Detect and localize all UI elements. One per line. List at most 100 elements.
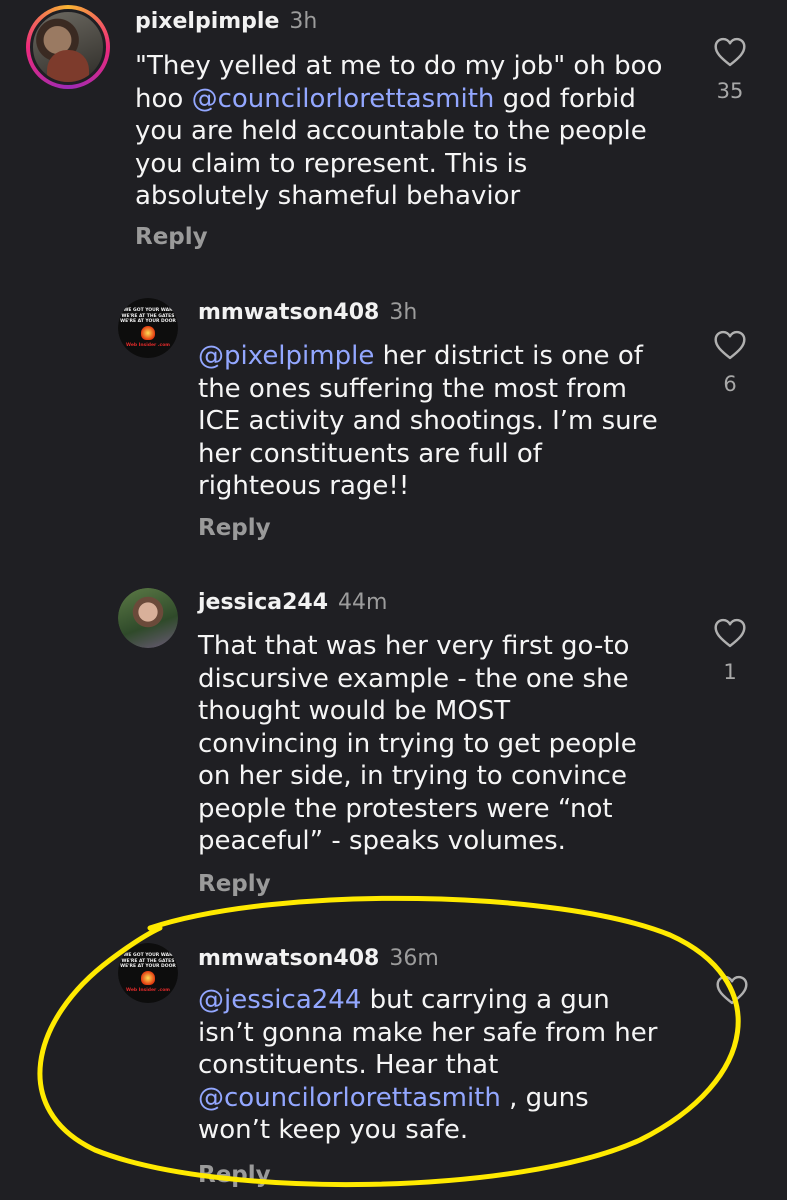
text-segment: on her side, in trying to convince bbox=[198, 761, 628, 791]
comment-header: mmwatson408 3h bbox=[198, 300, 417, 325]
mention-link[interactable]: @jessica244 bbox=[198, 985, 361, 1015]
avatar[interactable]: WE GOT YOUR WAR WE'RE AT THE GATES WE'RE… bbox=[118, 943, 178, 1003]
reply-button[interactable]: Reply bbox=[198, 515, 271, 541]
username[interactable]: mmwatson408 bbox=[198, 946, 379, 971]
like-button[interactable]: 1 bbox=[710, 618, 750, 684]
avatar[interactable]: WE GOT YOUR WAR WE'RE AT THE GATES WE'RE… bbox=[118, 298, 178, 358]
comment-header: jessica244 44m bbox=[198, 590, 387, 615]
comment-text-line: people the protesters were “not bbox=[198, 793, 637, 826]
text-segment: people the protesters were “not bbox=[198, 793, 613, 824]
username[interactable]: jessica244 bbox=[198, 590, 328, 615]
text-segment: peaceful” - speaks volumes. bbox=[198, 826, 566, 856]
text-segment: absolutely shameful behavior bbox=[135, 181, 521, 211]
text-segment: thought would be MOST bbox=[198, 696, 511, 726]
like-count: 35 bbox=[716, 79, 744, 103]
timestamp: 44m bbox=[338, 590, 388, 615]
like-count: 6 bbox=[723, 372, 737, 396]
text-segment: discursive example - the one she bbox=[198, 663, 629, 694]
like-button[interactable] bbox=[712, 975, 752, 1005]
comment: pixelpimple 3h "They yelled at me to do m… bbox=[0, 0, 787, 270]
text-segment: hoo bbox=[135, 83, 192, 114]
comment-text-line: the ones suffering the most from bbox=[198, 373, 658, 406]
avatar-logo-flame bbox=[141, 971, 155, 985]
comment-text-line: constituents. Hear that bbox=[198, 1049, 657, 1082]
comment-text: @pixelpimple her district is one of the o… bbox=[198, 340, 658, 503]
comment-text-line: peaceful” - speaks volumes. bbox=[198, 825, 637, 858]
text-segment: won’t keep you safe. bbox=[198, 1115, 469, 1145]
text-segment: god forbid bbox=[494, 83, 636, 114]
comment-text: @jessica244 but carrying a gun isn’t gonn… bbox=[198, 984, 657, 1147]
comment-reply: WE GOT YOUR WAR WE'RE AT THE GATES WE'RE… bbox=[0, 925, 787, 1200]
comment-text-line: absolutely shameful behavior bbox=[135, 180, 662, 213]
avatar-logo-text: WE'RE AT YOUR DOOR bbox=[120, 964, 176, 969]
avatar-photo bbox=[30, 9, 106, 85]
reply-button[interactable]: Reply bbox=[198, 1162, 271, 1188]
username[interactable]: mmwatson408 bbox=[198, 300, 379, 325]
comment-text-line: you claim to represent. This is bbox=[135, 148, 662, 181]
avatar[interactable] bbox=[26, 5, 110, 89]
heart-outline-icon bbox=[710, 618, 750, 648]
heart-outline-icon bbox=[710, 330, 750, 360]
comment-text-line: righteous rage!! bbox=[198, 470, 658, 503]
avatar-logo-text: WE GOT YOUR WAR bbox=[123, 953, 173, 958]
avatar-logo: WE GOT YOUR WAR WE'RE AT THE GATES WE'RE… bbox=[118, 298, 178, 358]
comment-text-line: thought would be MOST bbox=[198, 695, 637, 728]
avatar-photo bbox=[118, 588, 178, 648]
timestamp: 3h bbox=[389, 300, 418, 325]
comment-header: pixelpimple 3h bbox=[135, 9, 317, 34]
avatar[interactable] bbox=[118, 588, 178, 648]
text-segment: her district is one of bbox=[374, 341, 643, 371]
comment-text-line: @jessica244 but carrying a gun bbox=[198, 984, 657, 1017]
avatar-logo-footer: Web Insider .com bbox=[126, 988, 170, 993]
mention-link[interactable]: @councilorlorettasmith bbox=[198, 1083, 501, 1113]
timestamp: 3h bbox=[289, 9, 318, 34]
like-button[interactable]: 35 bbox=[710, 37, 750, 103]
text-segment: "They yelled at me to do my job" oh boo bbox=[135, 51, 663, 81]
mention-link[interactable]: @pixelpimple bbox=[198, 341, 374, 371]
comment-text: "They yelled at me to do my job" oh boo h… bbox=[135, 50, 662, 213]
comment-text-line: @councilorlorettasmith , guns bbox=[198, 1082, 657, 1115]
text-segment: , guns bbox=[500, 1082, 589, 1113]
comment-text-line: discursive example - the one she bbox=[198, 663, 637, 696]
comment-text-line: isn’t gonna make her safe from her bbox=[198, 1017, 657, 1050]
reply-button[interactable]: Reply bbox=[135, 224, 208, 250]
text-segment: isn’t gonna make her safe from her bbox=[198, 1017, 658, 1048]
text-segment: constituents. Hear that bbox=[198, 1050, 499, 1080]
text-segment: ICE activity and shootings. I’m sure bbox=[198, 406, 658, 436]
avatar-logo: WE GOT YOUR WAR WE'RE AT THE GATES WE'RE… bbox=[118, 943, 178, 1003]
comment-text-line: convincing in trying to get people bbox=[198, 728, 637, 761]
comment-header: mmwatson408 36m bbox=[198, 946, 439, 971]
comment-text-line: "They yelled at me to do my job" oh boo bbox=[135, 50, 662, 83]
text-segment: convincing in trying to get people bbox=[198, 728, 637, 759]
like-button[interactable]: 6 bbox=[710, 330, 750, 396]
avatar-logo-text: WE'RE AT YOUR DOOR bbox=[120, 319, 176, 324]
text-segment: her constituents are full of bbox=[198, 438, 542, 469]
comment-reply: jessica244 44m That that was her very fir… bbox=[0, 570, 787, 910]
avatar-logo-text: WE GOT YOUR WAR bbox=[123, 308, 173, 313]
text-segment: the ones suffering the most from bbox=[198, 373, 627, 404]
comment-reply: WE GOT YOUR WAR WE'RE AT THE GATES WE'RE… bbox=[0, 280, 787, 560]
avatar-figure bbox=[47, 50, 89, 82]
comment-text-line: ICE activity and shootings. I’m sure bbox=[198, 405, 658, 438]
comment-text: That that was her very first go-to discur… bbox=[198, 630, 637, 858]
heart-outline-icon bbox=[712, 975, 752, 1005]
comment-text-line: her constituents are full of bbox=[198, 438, 658, 471]
text-segment: That that was her very first go-to bbox=[198, 631, 630, 661]
avatar-logo-footer: Web Insider .com bbox=[126, 343, 170, 348]
comment-text-line: That that was her very first go-to bbox=[198, 630, 637, 663]
timestamp: 36m bbox=[389, 946, 439, 971]
mention-link[interactable]: @councilorlorettasmith bbox=[192, 84, 495, 114]
comment-text-line: you are held accountable to the people bbox=[135, 115, 662, 148]
comment-text-line: @pixelpimple her district is one of bbox=[198, 340, 658, 373]
avatar-logo-flame bbox=[141, 326, 155, 340]
like-count: 1 bbox=[723, 660, 737, 684]
text-segment: you are held accountable to the people bbox=[135, 116, 647, 146]
reply-button[interactable]: Reply bbox=[198, 871, 271, 897]
comment-text-line: on her side, in trying to convince bbox=[198, 760, 637, 793]
comment-text-line: won’t keep you safe. bbox=[198, 1114, 657, 1147]
comment-text-line: hoo @councilorlorettasmith god forbid bbox=[135, 83, 662, 116]
heart-outline-icon bbox=[710, 37, 750, 67]
text-segment: but carrying a gun bbox=[361, 985, 610, 1015]
text-segment: you claim to represent. This is bbox=[135, 148, 528, 179]
username[interactable]: pixelpimple bbox=[135, 9, 279, 34]
